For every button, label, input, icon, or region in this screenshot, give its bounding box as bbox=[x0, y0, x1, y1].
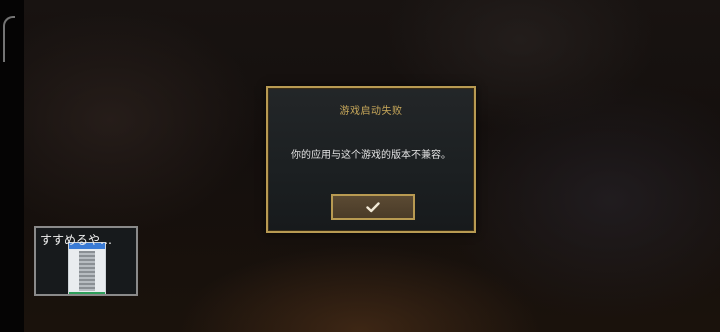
thumbnail-label: すすめるや… bbox=[40, 233, 113, 247]
floating-window-thumbnail[interactable]: すすめるや… bbox=[34, 226, 138, 296]
thumbnail-preview bbox=[68, 242, 106, 294]
dialog-title: 游戏启动失败 bbox=[339, 106, 403, 117]
launch-error-dialog: 游戏启动失败 你的应用与这个游戏的版本不兼容。 bbox=[266, 86, 476, 233]
edge-swipe-indicator[interactable] bbox=[3, 16, 15, 62]
dialog-message: 你的应用与这个游戏的版本不兼容。 bbox=[291, 150, 451, 161]
confirm-button[interactable] bbox=[331, 194, 415, 220]
checkmark-icon bbox=[366, 201, 380, 213]
